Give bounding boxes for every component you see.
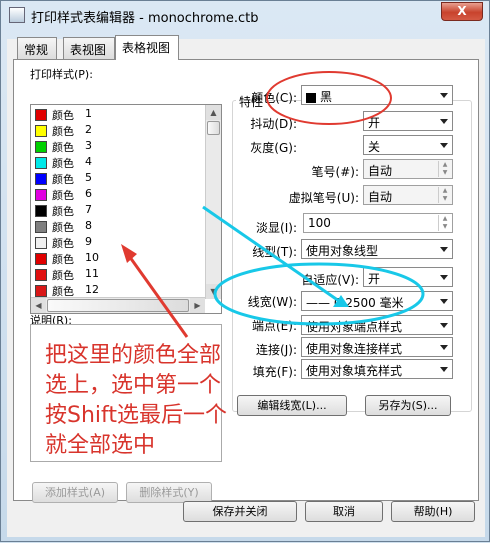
cyan-arrow-line: [202, 205, 340, 303]
color-highlight-ellipse: [266, 71, 392, 125]
lineweight-highlight-ellipse: [213, 262, 425, 326]
annotation-text: 把这里的颜色全部 选上，选中第一个 按Shift选最后一个 就全部选中: [45, 341, 227, 461]
print-style-editor-window: 打印样式表编辑器 - monochrome.ctb X 常规 表视图 表格视图 …: [0, 0, 490, 542]
annotation-line: 选上，选中第一个: [45, 373, 222, 398]
annotation-line: 按Shift选最后一个: [45, 403, 228, 428]
annotation-overlay: [121, 71, 425, 338]
annotation-line: 就全部选中: [45, 433, 156, 458]
red-arrow-line: [125, 252, 189, 338]
annotation-line: 把这里的颜色全部: [45, 343, 222, 368]
red-arrow-head-icon: [121, 244, 137, 263]
